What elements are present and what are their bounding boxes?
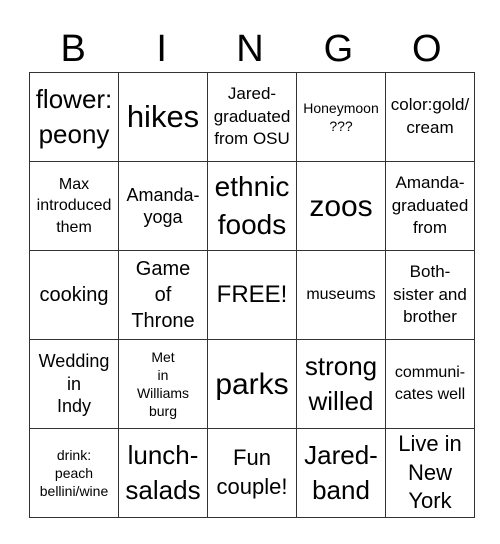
bingo-cell[interactable]: Jared- band bbox=[296, 428, 386, 518]
free-space-cell[interactable]: FREE! bbox=[207, 250, 297, 340]
bingo-cell[interactable]: Fun couple! bbox=[207, 428, 297, 518]
cell-text: Game of Throne bbox=[131, 258, 195, 332]
cell-text: Max introduced them bbox=[36, 175, 112, 236]
cell-text: hikes bbox=[126, 98, 200, 134]
bingo-cell[interactable]: Max introduced them bbox=[29, 161, 119, 251]
bingo-card: flower: peony hikes Jared- graduated fro… bbox=[29, 72, 475, 518]
bingo-row: Max introduced them Amanda- yoga ethnic … bbox=[29, 161, 475, 251]
cell-text: color:gold/ cream bbox=[390, 95, 470, 137]
cell-text: Jared- graduated from OSU bbox=[213, 83, 291, 149]
bingo-cell[interactable]: Honeymoon ??? bbox=[296, 72, 386, 162]
cell-text: ethnic foods bbox=[214, 171, 290, 240]
cell-text: Honeymoon ??? bbox=[303, 99, 379, 134]
bingo-cell[interactable]: hikes bbox=[118, 72, 208, 162]
bingo-cell[interactable]: drink: peach bellini/wine bbox=[29, 428, 119, 518]
cell-text: zoos bbox=[309, 189, 373, 223]
cell-text: Wedding in Indy bbox=[38, 351, 110, 417]
cell-text: FREE! bbox=[216, 281, 288, 309]
bingo-cell[interactable]: Met in Williams burg bbox=[118, 339, 208, 429]
bingo-cell[interactable]: Wedding in Indy bbox=[29, 339, 119, 429]
bingo-cell[interactable]: parks bbox=[207, 339, 297, 429]
cell-text: Amanda- yoga bbox=[126, 184, 200, 228]
bingo-cell[interactable]: Jared- graduated from OSU bbox=[207, 72, 297, 162]
bingo-cell[interactable]: Amanda- graduated from bbox=[385, 161, 475, 251]
bingo-cell[interactable]: lunch- salads bbox=[118, 428, 208, 518]
cell-text: Fun couple! bbox=[216, 445, 288, 499]
bingo-cell[interactable]: flower: peony bbox=[29, 72, 119, 162]
header-letter-i: I bbox=[156, 28, 167, 70]
cell-text: Met in Williams burg bbox=[136, 348, 190, 420]
bingo-row: drink: peach bellini/wine lunch- salads … bbox=[29, 428, 475, 518]
cell-text: flower: peony bbox=[35, 83, 113, 149]
bingo-cell[interactable]: zoos bbox=[296, 161, 386, 251]
header-letter-g: G bbox=[323, 28, 354, 70]
cell-text: communi- cates well bbox=[394, 364, 466, 403]
bingo-cell[interactable]: strong willed bbox=[296, 339, 386, 429]
cell-text: Both- sister and brother bbox=[393, 261, 467, 327]
header-letter-n: N bbox=[236, 28, 264, 70]
cell-text: drink: peach bellini/wine bbox=[39, 446, 109, 500]
cell-text: Amanda- graduated from bbox=[391, 172, 469, 238]
cell-text: cooking bbox=[39, 284, 109, 306]
bingo-header: B I N G O bbox=[29, 26, 471, 72]
bingo-cell[interactable]: Amanda- yoga bbox=[118, 161, 208, 251]
bingo-cell[interactable]: museums bbox=[296, 250, 386, 340]
cell-text: Jared- band bbox=[304, 439, 378, 505]
bingo-cell[interactable]: ethnic foods bbox=[207, 161, 297, 251]
cell-text: Live in New York bbox=[398, 431, 462, 514]
bingo-cell[interactable]: Live in New York bbox=[385, 428, 475, 518]
cell-text: lunch- salads bbox=[125, 439, 201, 505]
header-letter-o: O bbox=[412, 28, 442, 70]
bingo-row: cooking Game of Throne FREE! museums Bot… bbox=[29, 250, 475, 340]
bingo-cell[interactable]: Both- sister and brother bbox=[385, 250, 475, 340]
cell-text: strong willed bbox=[304, 350, 378, 416]
bingo-cell[interactable]: Game of Throne bbox=[118, 250, 208, 340]
bingo-cell[interactable]: color:gold/ cream bbox=[385, 72, 475, 162]
header-letter-b: B bbox=[60, 28, 86, 70]
cell-text: museums bbox=[306, 286, 376, 304]
cell-text: parks bbox=[215, 367, 289, 401]
bingo-row: flower: peony hikes Jared- graduated fro… bbox=[29, 72, 475, 162]
bingo-row: Wedding in Indy Met in Williams burg par… bbox=[29, 339, 475, 429]
bingo-cell[interactable]: cooking bbox=[29, 250, 119, 340]
bingo-cell[interactable]: communi- cates well bbox=[385, 339, 475, 429]
